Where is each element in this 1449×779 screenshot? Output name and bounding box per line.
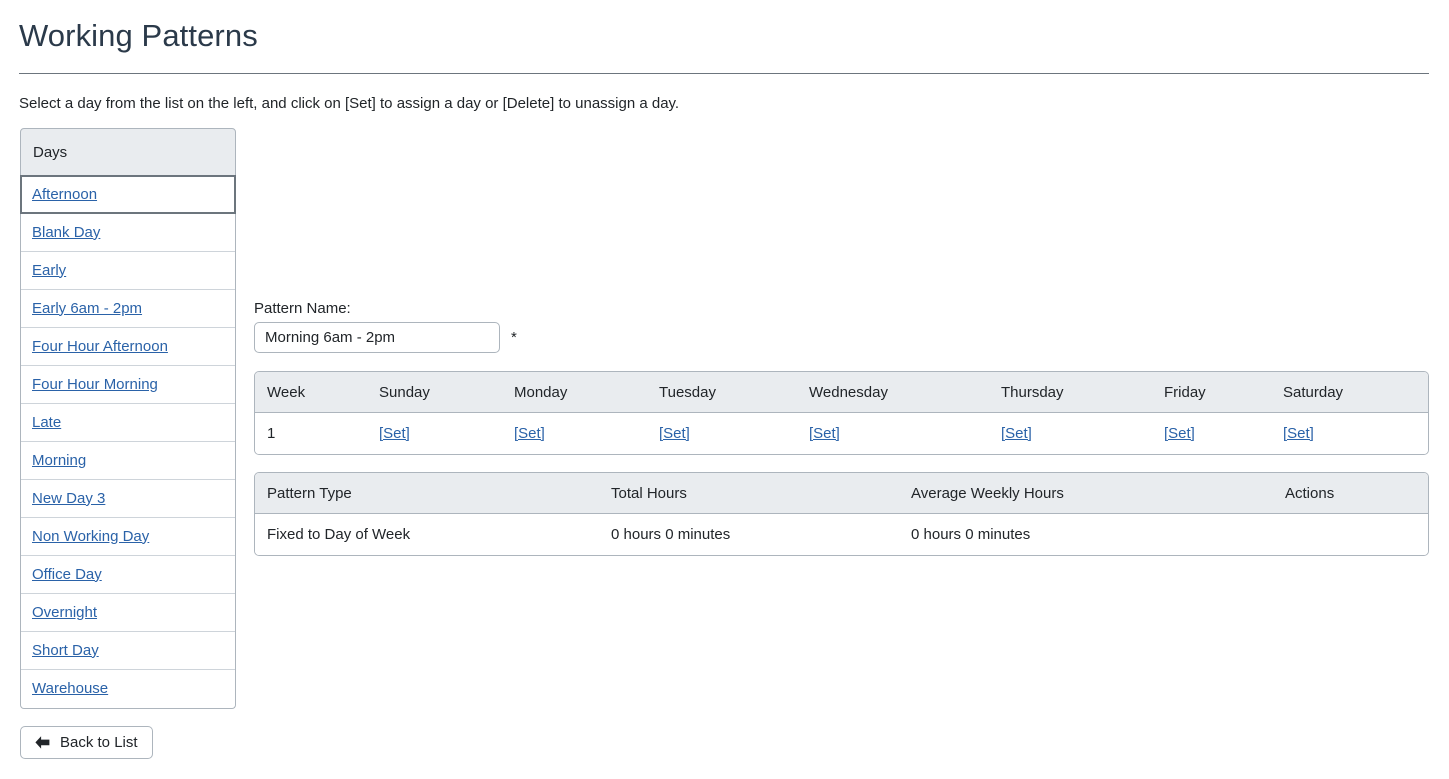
set-link-monday[interactable]: [Set]	[514, 425, 545, 442]
day-link[interactable]: Morning	[32, 452, 86, 470]
list-item-late[interactable]: Late	[21, 404, 235, 442]
day-link[interactable]: New Day 3	[32, 490, 105, 508]
column-header-friday: Friday	[1152, 372, 1271, 413]
cell-wednesday: [Set]	[797, 413, 989, 454]
list-item-non-working-day[interactable]: Non Working Day	[21, 518, 235, 556]
day-link[interactable]: Overnight	[32, 604, 97, 622]
list-item-new-day-3[interactable]: New Day 3	[21, 480, 235, 518]
cell-saturday: [Set]	[1271, 413, 1428, 454]
day-link[interactable]: Office Day	[32, 566, 102, 584]
table-header-row: Pattern Type Total Hours Average Weekly …	[255, 473, 1428, 514]
day-link[interactable]: Early	[32, 262, 66, 280]
cell-week-number: 1	[255, 413, 367, 454]
week-table-body: 1 [Set] [Set] [Set] [Set] [Set] [Set] [S…	[255, 413, 1428, 454]
column-header-sunday: Sunday	[367, 372, 502, 413]
cell-friday: [Set]	[1152, 413, 1271, 454]
list-item-four-hour-morning[interactable]: Four Hour Morning	[21, 366, 235, 404]
column-header-week: Week	[255, 372, 367, 413]
day-link[interactable]: Blank Day	[32, 224, 100, 242]
list-item-four-hour-afternoon[interactable]: Four Hour Afternoon	[21, 328, 235, 366]
table-header-row: Week Sunday Monday Tuesday Wednesday Thu…	[255, 372, 1428, 413]
day-link[interactable]: Four Hour Afternoon	[32, 338, 168, 356]
day-link[interactable]: Afternoon	[32, 186, 97, 204]
column-header-average-weekly-hours: Average Weekly Hours	[899, 473, 1273, 514]
day-link[interactable]: Short Day	[32, 642, 99, 660]
pattern-summary-table: Pattern Type Total Hours Average Weekly …	[254, 472, 1429, 556]
set-link-sunday[interactable]: [Set]	[379, 425, 410, 442]
list-item-office-day[interactable]: Office Day	[21, 556, 235, 594]
set-link-wednesday[interactable]: [Set]	[809, 425, 840, 442]
cell-tuesday: [Set]	[647, 413, 797, 454]
cell-total-hours: 0 hours 0 minutes	[599, 514, 899, 555]
days-list: Afternoon Blank Day Early Early 6am - 2p…	[20, 175, 236, 709]
summary-table-head: Pattern Type Total Hours Average Weekly …	[255, 473, 1428, 514]
back-to-list-button[interactable]: Back to List	[20, 726, 153, 759]
day-link[interactable]: Warehouse	[32, 680, 108, 698]
list-item-short-day[interactable]: Short Day	[21, 632, 235, 670]
column-header-pattern-type: Pattern Type	[255, 473, 599, 514]
arrow-left-icon	[34, 735, 51, 750]
day-link[interactable]: Four Hour Morning	[32, 376, 158, 394]
list-item-warehouse[interactable]: Warehouse	[21, 670, 235, 708]
cell-sunday: [Set]	[367, 413, 502, 454]
pattern-name-block: Pattern Name: *	[254, 300, 517, 353]
column-header-saturday: Saturday	[1271, 372, 1428, 413]
cell-average-weekly-hours: 0 hours 0 minutes	[899, 514, 1273, 555]
working-patterns-page: Working Patterns Select a day from the l…	[0, 0, 1449, 779]
list-item-overnight[interactable]: Overnight	[21, 594, 235, 632]
table-row: Fixed to Day of Week 0 hours 0 minutes 0…	[255, 514, 1428, 555]
day-link[interactable]: Early 6am - 2pm	[32, 300, 142, 318]
back-to-list-label: Back to List	[60, 734, 138, 751]
column-header-tuesday: Tuesday	[647, 372, 797, 413]
list-item-early[interactable]: Early	[21, 252, 235, 290]
week-table-head: Week Sunday Monday Tuesday Wednesday Thu…	[255, 372, 1428, 413]
list-item-blank-day[interactable]: Blank Day	[21, 214, 235, 252]
days-panel-header-label: Days	[33, 143, 68, 161]
column-header-total-hours: Total Hours	[599, 473, 899, 514]
cell-thursday: [Set]	[989, 413, 1152, 454]
instruction-text: Select a day from the list on the left, …	[19, 95, 680, 112]
required-asterisk: *	[511, 328, 517, 346]
summary-table-body: Fixed to Day of Week 0 hours 0 minutes 0…	[255, 514, 1428, 555]
set-link-saturday[interactable]: [Set]	[1283, 425, 1314, 442]
week-schedule-table: Week Sunday Monday Tuesday Wednesday Thu…	[254, 371, 1429, 455]
days-panel: Days Afternoon Blank Day Early Early 6am…	[20, 128, 236, 709]
cell-actions	[1273, 514, 1428, 555]
list-item-morning[interactable]: Morning	[21, 442, 235, 480]
day-link[interactable]: Late	[32, 414, 61, 432]
cell-pattern-type: Fixed to Day of Week	[255, 514, 599, 555]
column-header-thursday: Thursday	[989, 372, 1152, 413]
pattern-name-input[interactable]	[254, 322, 500, 353]
set-link-thursday[interactable]: [Set]	[1001, 425, 1032, 442]
day-link[interactable]: Non Working Day	[32, 528, 149, 546]
column-header-monday: Monday	[502, 372, 647, 413]
set-link-tuesday[interactable]: [Set]	[659, 425, 690, 442]
days-panel-header: Days	[20, 128, 236, 176]
page-title: Working Patterns	[19, 18, 258, 53]
list-item-early-6am-2pm[interactable]: Early 6am - 2pm	[21, 290, 235, 328]
pattern-name-row: *	[254, 322, 517, 353]
cell-monday: [Set]	[502, 413, 647, 454]
set-link-friday[interactable]: [Set]	[1164, 425, 1195, 442]
list-item-afternoon[interactable]: Afternoon	[20, 175, 236, 214]
column-header-wednesday: Wednesday	[797, 372, 989, 413]
pattern-name-label: Pattern Name:	[254, 300, 351, 317]
table-row: 1 [Set] [Set] [Set] [Set] [Set] [Set] [S…	[255, 413, 1428, 454]
column-header-actions: Actions	[1273, 473, 1428, 514]
title-divider	[19, 73, 1429, 74]
